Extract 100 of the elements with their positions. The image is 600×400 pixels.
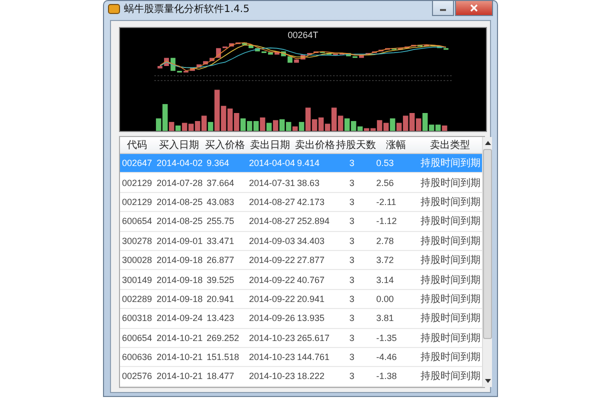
- table-cell-text: 持股时间到期: [420, 332, 482, 345]
- table-cell-text: 2014-09-22: [248, 294, 296, 304]
- chart-title: 00264T: [288, 30, 318, 40]
- table-cell-text: 持股时间到期: [420, 214, 482, 228]
- table-cell-text: 持股时间到期: [420, 292, 482, 306]
- table-row[interactable]: 002576 2014-10-21 18.477 2014-10-23 18.222 3 -1.38 持股时间到期: [120, 367, 482, 387]
- table-cell-text: 38.63: [296, 178, 321, 188]
- table-cell-text: 3: [348, 294, 356, 304]
- table-cell-text: 26.877: [206, 255, 236, 266]
- table-cell-text: 2014-09-24: [156, 313, 204, 324]
- table-cell-text: 002647: [121, 158, 154, 168]
- scroll-down-icon[interactable]: [484, 379, 490, 383]
- column-header[interactable]: 买入日期: [154, 138, 204, 152]
- table-cell-text: 002576: [121, 371, 154, 382]
- table-cell-text: 151.518: [206, 352, 240, 362]
- table-row[interactable]: 600654 2014-08-25 255.75 2014-08-27 252.894 3 -1.12 持股时间到期: [120, 212, 482, 232]
- table-cell-text: 18.222: [296, 371, 326, 382]
- column-header[interactable]: 卖出价格: [294, 138, 336, 152]
- table-cell-text: 3.81: [375, 313, 395, 324]
- table-row[interactable]: 002289 2014-09-18 20.941 2014-09-22 20.941 3 0.00 持股时间到期: [120, 290, 482, 310]
- table-cell-text: 2014-10-21: [156, 352, 204, 362]
- table-cell-text: 2014-08-25: [156, 196, 204, 207]
- table-cell-text: 3.14: [375, 274, 395, 285]
- table-cell-text: 144.761: [296, 352, 331, 362]
- table-cell-text: 3: [348, 196, 356, 207]
- table-cell-text: 3.72: [375, 255, 395, 266]
- table-cell-text: 2014-10-23: [248, 352, 296, 362]
- table-cell-text: 300028: [121, 255, 154, 266]
- table-cell-text: 3: [348, 352, 356, 362]
- table-cell-text: 0.00: [375, 294, 395, 304]
- table-cell-text: 002129: [121, 178, 154, 188]
- table-cell-text: -1.12: [375, 216, 398, 226]
- table-row[interactable]: 600318 2014-09-24 13.423 2014-09-26 13.935 3 3.81 持股时间到期: [120, 309, 482, 329]
- table-cell-text: 2014-04-04: [248, 158, 296, 168]
- table-cell-text: 2014-09-03: [248, 236, 296, 246]
- table-cell-text: 2014-10-21: [156, 371, 204, 382]
- table-cell-text: 269.252: [206, 332, 240, 343]
- table-cell-text: 2014-09-18: [156, 294, 204, 304]
- table-cell-text: 持股时间到期: [420, 370, 482, 384]
- column-header[interactable]: 持股天数: [336, 138, 374, 152]
- table-cell-text: 13.423: [206, 313, 236, 324]
- table-cell-text: 002129: [121, 196, 154, 207]
- table-cell-text: 2.56: [375, 178, 395, 188]
- scroll-thumb[interactable]: [483, 149, 492, 339]
- table-cell-text: 持股时间到期: [420, 350, 482, 364]
- scrollbar[interactable]: [482, 137, 492, 387]
- scroll-up-icon[interactable]: [484, 141, 490, 145]
- table-cell-text: 2014-09-18: [156, 274, 204, 285]
- column-header[interactable]: 涨幅: [374, 138, 418, 152]
- table-cell-text: 0.53: [375, 158, 395, 168]
- column-header[interactable]: 代码: [120, 138, 154, 152]
- table-cell-text: 600636: [121, 352, 154, 362]
- table-cell-text: 2014-07-28: [156, 178, 204, 188]
- table-cell-text: 27.877: [296, 255, 326, 266]
- table-cell-text: 33.471: [206, 236, 236, 246]
- table-cell-text: 持股时间到期: [420, 274, 482, 287]
- table-row[interactable]: 002129 2014-08-25 43.083 2014-08-27 42.173 3 -2.11 持股时间到期: [120, 192, 482, 212]
- table-cell-text: 255.75: [206, 216, 236, 226]
- table-cell-text: 2014-09-18: [156, 255, 204, 266]
- close-button[interactable]: [455, 1, 493, 16]
- column-header[interactable]: 买入价格: [204, 138, 246, 152]
- table-cell-text: 2014-09-22: [248, 255, 296, 266]
- table-cell-text: 43.083: [206, 196, 236, 207]
- table-cell-text: 2014-07-31: [248, 178, 296, 188]
- table-cell-text: 2014-09-22: [248, 274, 296, 285]
- table-cell-text: -2.11: [375, 196, 398, 207]
- table-cell-text: 2014-04-02: [156, 158, 204, 168]
- table-row[interactable]: 002129 2014-07-28 37.664 2014-07-31 38.63 3 2.56 持股时间到期: [120, 173, 482, 193]
- table-cell-text: 持股时间到期: [420, 156, 482, 170]
- table-cell-text: -4.46: [375, 352, 398, 362]
- table-cell-text: 2014-09-01: [156, 236, 204, 246]
- table-row[interactable]: 300028 2014-09-18 26.877 2014-09-22 27.877 3 3.72 持股时间到期: [120, 250, 482, 270]
- column-header[interactable]: 卖出日期: [246, 138, 294, 152]
- table-row[interactable]: 300149 2014-09-18 39.525 2014-09-22 40.767 3 3.14 持股时间到期: [120, 270, 482, 290]
- table-cell-text: 3: [348, 236, 356, 246]
- window-title: 蜗牛股票量化分析软件1.4.5: [124, 2, 250, 16]
- table-cell-text: 265.617: [296, 332, 331, 343]
- table-row[interactable]: 300278 2014-09-01 33.471 2014-09-03 34.403 3 2.78 持股时间到期: [120, 232, 482, 251]
- table-cell-text: 3: [348, 313, 356, 324]
- table-cell-text: -1.35: [375, 332, 398, 343]
- table-cell-text: 18.477: [206, 371, 236, 382]
- table-cell-text: 2014-09-26: [248, 313, 296, 324]
- table-cell-text: 2014-08-27: [248, 196, 296, 207]
- table-row[interactable]: 600654 2014-10-21 269.252 2014-10-23 265.617 3 -1.35 持股时间到期: [120, 328, 482, 348]
- table-cell-text: 600654: [121, 216, 154, 226]
- table-cell-text: 3: [348, 178, 356, 188]
- table-cell-text: 持股时间到期: [420, 312, 482, 326]
- table-cell-text: 002289: [121, 294, 154, 304]
- table-cell-text: 3: [348, 371, 356, 382]
- table-cell-text: 持股时间到期: [420, 234, 482, 248]
- table-cell-text: 2.78: [375, 236, 395, 246]
- table-cell-text: 13.935: [296, 313, 326, 324]
- table-cell-text: 持股时间到期: [420, 254, 482, 268]
- table-row[interactable]: 600636 2014-10-21 151.518 2014-10-23 144.761 3 -4.46 持股时间到期: [120, 348, 482, 368]
- table-cell-text: 252.894: [296, 216, 331, 226]
- column-header[interactable]: 卖出类型: [418, 138, 482, 152]
- table-cell-text: 3: [348, 332, 356, 343]
- table-cell-text: 42.173: [296, 196, 326, 207]
- table-cell-text: 3: [348, 216, 356, 226]
- minimize-button[interactable]: [432, 1, 454, 16]
